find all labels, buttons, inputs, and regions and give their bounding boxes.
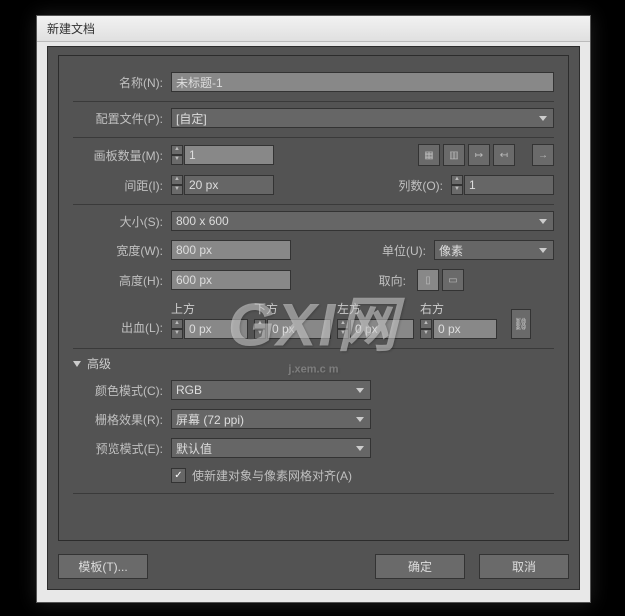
profile-select[interactable]: [自定] xyxy=(171,108,554,128)
width-input[interactable] xyxy=(171,240,291,260)
arrange-right-icon[interactable]: ↦ xyxy=(468,144,490,166)
height-label: 高度(H): xyxy=(73,272,171,289)
bleed-top-input[interactable] xyxy=(184,319,248,339)
grid-by-row-icon[interactable]: ▦ xyxy=(418,144,440,166)
advanced-header[interactable]: 高级 xyxy=(73,355,554,372)
panel: 名称(N): 配置文件(P): [自定] 画板数量(M): ▲▼ ▦ ▥ ↦ ↤ xyxy=(47,46,580,590)
units-select[interactable]: 像素 xyxy=(434,240,554,260)
align-label: 使新建对象与像素网格对齐(A) xyxy=(192,467,352,484)
preview-label: 预览模式(E): xyxy=(73,440,171,457)
bleed-left-input[interactable] xyxy=(350,319,414,339)
footer: 模板(T)... 确定 取消 xyxy=(58,554,569,579)
preview-select[interactable]: 默认值 xyxy=(171,438,371,458)
grid-by-col-icon[interactable]: ▥ xyxy=(443,144,465,166)
cols-label: 列数(O): xyxy=(373,177,451,194)
units-label: 单位(U): xyxy=(356,242,434,259)
arrange-down-icon[interactable]: → xyxy=(532,144,554,166)
bleed-top-spinner[interactable]: ▲▼ xyxy=(171,319,183,339)
colormode-label: 颜色模式(C): xyxy=(73,382,171,399)
bleed-bottom-spinner[interactable]: ▲▼ xyxy=(254,319,266,339)
titlebar: 新建文档 xyxy=(37,16,590,42)
bleed-right-label: 右方 xyxy=(420,300,444,317)
bleed-bottom-label: 下方 xyxy=(254,300,278,317)
orient-landscape-icon[interactable]: ▭ xyxy=(442,269,464,291)
bleed-top-label: 上方 xyxy=(171,300,195,317)
artboards-label: 画板数量(M): xyxy=(73,147,171,164)
orient-portrait-icon[interactable]: ▯ xyxy=(417,269,439,291)
raster-label: 栅格效果(R): xyxy=(73,411,171,428)
new-document-dialog: 新建文档 名称(N): 配置文件(P): [自定] 画板数量(M): ▲▼ ▦ xyxy=(36,15,591,603)
colormode-select[interactable]: RGB xyxy=(171,380,371,400)
template-button[interactable]: 模板(T)... xyxy=(58,554,148,579)
bleed-left-spinner[interactable]: ▲▼ xyxy=(337,319,349,339)
arrange-left-icon[interactable]: ↤ xyxy=(493,144,515,166)
ok-button[interactable]: 确定 xyxy=(375,554,465,579)
cols-input[interactable] xyxy=(464,175,554,195)
spacing-label: 间距(I): xyxy=(73,177,171,194)
link-bleed-icon[interactable]: ⛓ xyxy=(511,309,531,339)
disclosure-triangle-icon xyxy=(73,361,81,367)
spacing-input[interactable] xyxy=(184,175,274,195)
window-title: 新建文档 xyxy=(47,22,95,36)
height-input[interactable] xyxy=(171,270,291,290)
artboards-input[interactable] xyxy=(184,145,274,165)
bleed-right-spinner[interactable]: ▲▼ xyxy=(420,319,432,339)
spacing-spinner[interactable]: ▲▼ xyxy=(171,175,183,195)
width-label: 宽度(W): xyxy=(73,242,171,259)
form-area: 名称(N): 配置文件(P): [自定] 画板数量(M): ▲▼ ▦ ▥ ↦ ↤ xyxy=(58,55,569,541)
orient-label: 取向: xyxy=(336,272,414,289)
size-select[interactable]: 800 x 600 xyxy=(171,211,554,231)
raster-select[interactable]: 屏幕 (72 ppi) xyxy=(171,409,371,429)
profile-label: 配置文件(P): xyxy=(73,110,171,127)
cancel-button[interactable]: 取消 xyxy=(479,554,569,579)
bleed-label: 出血(L): xyxy=(73,319,171,339)
bleed-bottom-input[interactable] xyxy=(267,319,331,339)
align-checkbox[interactable]: ✓ xyxy=(171,468,186,483)
bleed-right-input[interactable] xyxy=(433,319,497,339)
size-label: 大小(S): xyxy=(73,213,171,230)
name-input[interactable] xyxy=(171,72,554,92)
cols-spinner[interactable]: ▲▼ xyxy=(451,175,463,195)
name-label: 名称(N): xyxy=(73,74,171,91)
artboards-spinner[interactable]: ▲▼ xyxy=(171,145,183,165)
bleed-left-label: 左方 xyxy=(337,300,361,317)
